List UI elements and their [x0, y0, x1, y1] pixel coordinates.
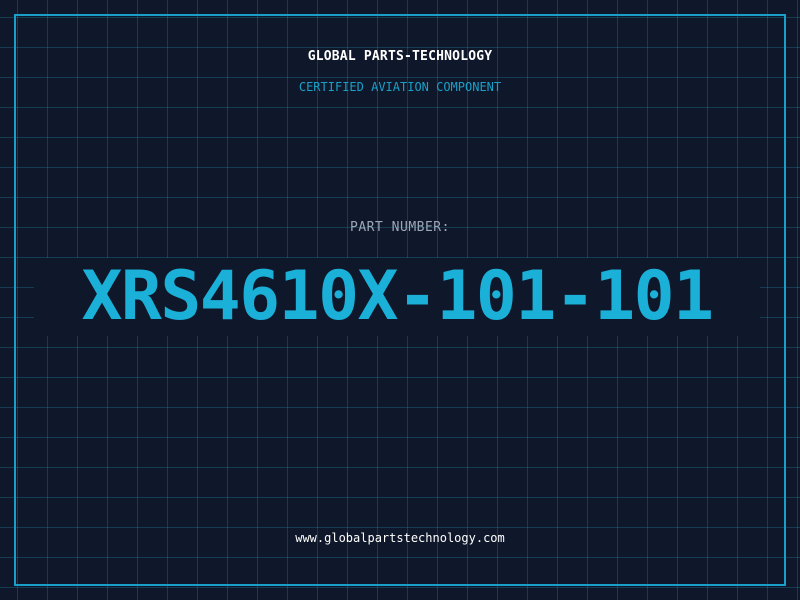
website-url[interactable]: www.globalpartstechnology.com	[0, 531, 800, 545]
brand-name: GLOBAL PARTS-TECHNOLOGY	[307, 49, 493, 64]
part-number-label: PART NUMBER:	[350, 220, 450, 235]
part-number-band: XRS4610X-101-101	[34, 258, 760, 336]
part-number-value: XRS4610X-101-101	[81, 257, 714, 336]
part-label-card: GLOBAL PARTS-TECHNOLOGY CERTIFIED AVIATI…	[0, 0, 800, 600]
certification-tagline: CERTIFIED AVIATION COMPONENT	[298, 80, 502, 94]
